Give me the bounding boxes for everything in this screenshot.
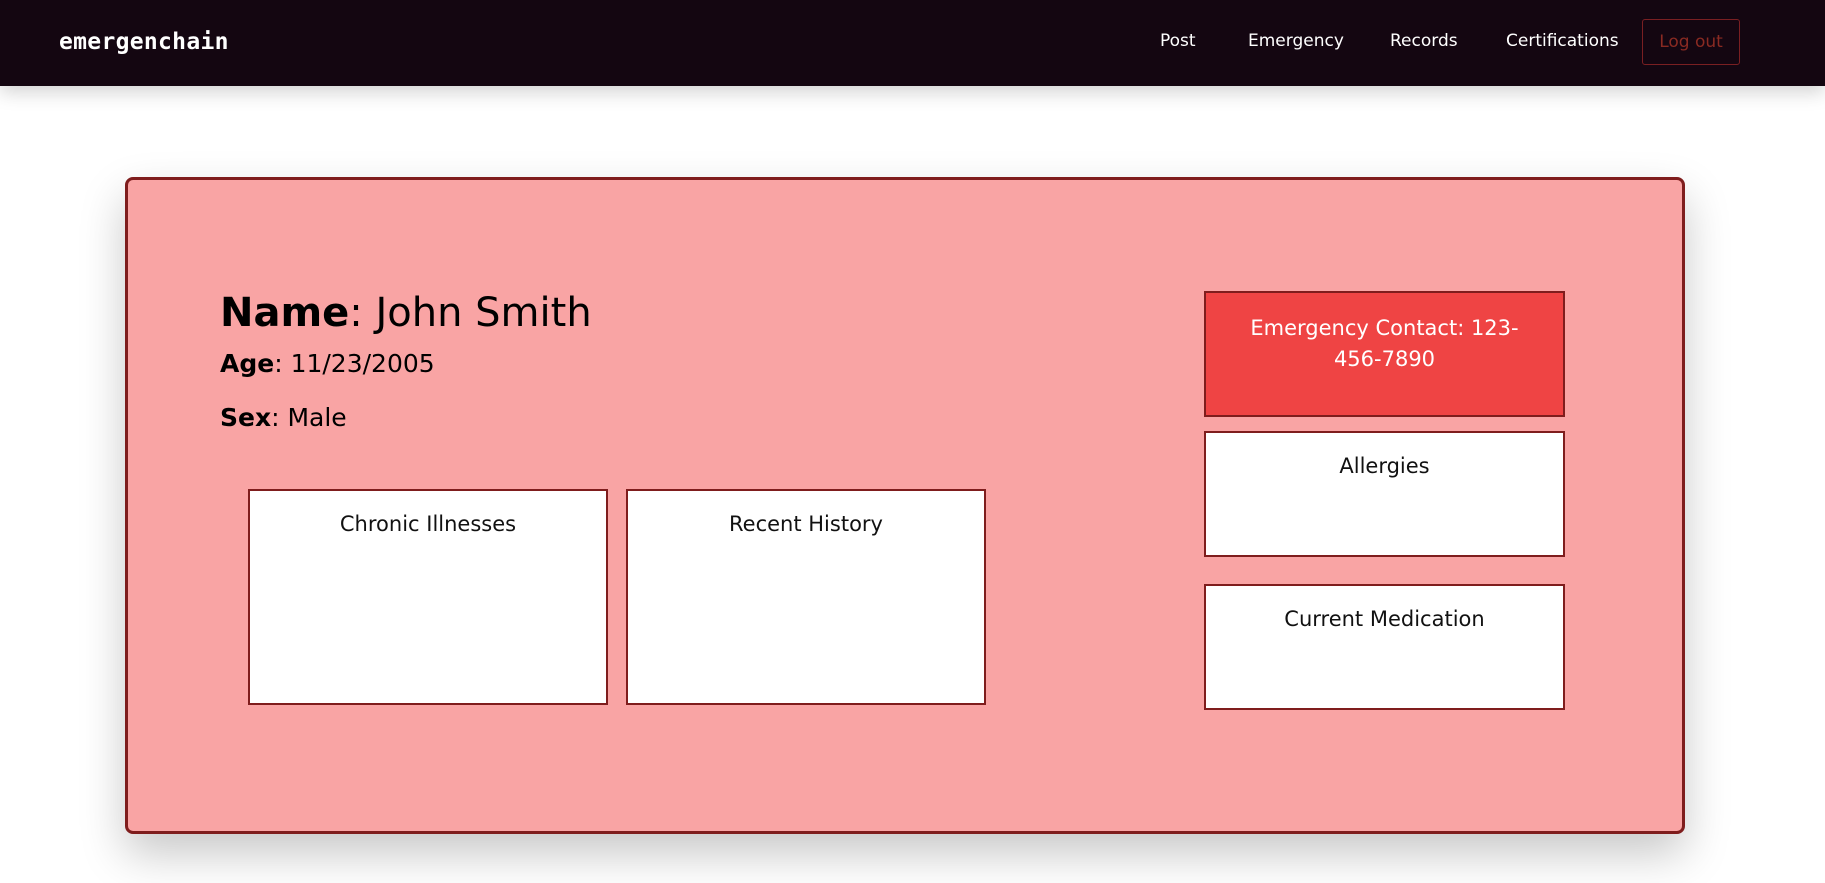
recent-history-title: Recent History: [729, 512, 883, 536]
age-label: Age: [220, 349, 275, 378]
nav-link-post[interactable]: Post: [1160, 31, 1196, 51]
nav-link-records[interactable]: Records: [1390, 31, 1458, 51]
sex-value: : Male: [271, 403, 347, 432]
name-label: Name: [220, 290, 350, 336]
recent-history-panel[interactable]: Recent History: [626, 489, 986, 705]
current-medication-panel[interactable]: Current Medication: [1204, 584, 1565, 710]
current-medication-title: Current Medication: [1284, 607, 1485, 631]
sex-label: Sex: [220, 403, 272, 432]
chronic-illnesses-title: Chronic Illnesses: [339, 512, 517, 536]
patient-age: Age: 11/23/2005: [220, 349, 435, 378]
brand-logo[interactable]: emergenchain: [59, 29, 229, 55]
nav-link-certifications[interactable]: Certifications: [1506, 31, 1619, 51]
chronic-illnesses-panel[interactable]: Chronic Illnesses: [248, 489, 608, 705]
patient-record-card: Name: John Smith Age: 11/23/2005 Sex: Ma…: [125, 177, 1685, 834]
age-value: : 11/23/2005: [274, 349, 435, 378]
patient-name: Name: John Smith: [220, 290, 592, 336]
name-value: : John Smith: [349, 290, 592, 336]
logout-button[interactable]: Log out: [1642, 19, 1740, 65]
nav-link-emergency[interactable]: Emergency: [1248, 31, 1344, 51]
patient-sex: Sex: Male: [220, 403, 347, 432]
allergies-title: Allergies: [1339, 454, 1430, 478]
allergies-panel[interactable]: Allergies: [1204, 431, 1565, 557]
navbar: emergenchain Post Emergency Records Cert…: [0, 0, 1825, 86]
emergency-contact-panel[interactable]: Emergency Contact: 123-456-7890: [1204, 291, 1565, 417]
